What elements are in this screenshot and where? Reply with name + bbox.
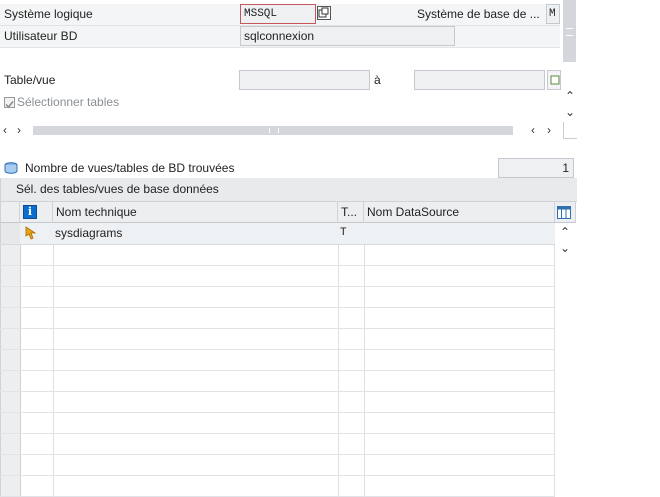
count-field: 1	[498, 158, 574, 178]
table-from-field[interactable]	[239, 70, 370, 90]
logical-system-label: Système logique	[4, 7, 93, 21]
table-row-divider	[0, 412, 555, 413]
base-system-field[interactable]: M	[546, 4, 560, 24]
user-field[interactable]: sqlconnexion	[240, 26, 455, 46]
table-scroll-up-icon[interactable]: ⌃	[560, 226, 570, 238]
horizontal-scrollbar[interactable]	[33, 126, 513, 135]
info-icon: i	[23, 205, 37, 219]
scroll-up-icon[interactable]: ⌃	[565, 90, 575, 102]
multiple-selection-icon[interactable]	[547, 70, 561, 90]
table-cell-type: T	[340, 227, 347, 239]
info-column-header[interactable]: i	[20, 202, 53, 223]
column-header-technical-name[interactable]: Nom technique	[53, 202, 338, 223]
table-row-divider	[0, 475, 555, 476]
scroll-down-icon[interactable]: ⌄	[565, 106, 575, 118]
scrollbar-grip-icon	[566, 28, 573, 36]
scroll-left-icon[interactable]: ‹	[3, 124, 7, 136]
table-row-divider	[0, 454, 555, 455]
hotspot-icon[interactable]	[24, 226, 38, 243]
user-label: Utilisateur BD	[4, 29, 78, 43]
grid-col-info	[20, 223, 54, 496]
table-title: Sél. des tables/vues de base données	[16, 182, 219, 196]
select-tables-checkbox[interactable]	[4, 97, 15, 109]
database-icon	[4, 162, 18, 177]
column-header-datasource-name[interactable]: Nom DataSource	[364, 202, 555, 223]
logical-system-field[interactable]: MSSQL	[240, 4, 316, 24]
table-row-divider	[0, 370, 555, 371]
count-label: Nombre de vues/tables de BD trouvées	[25, 161, 235, 175]
scroll-left-icon-2[interactable]: ‹	[531, 124, 535, 136]
table-row-divider	[0, 307, 555, 308]
table-row-divider	[0, 265, 555, 266]
table-view-label: Table/vue	[4, 73, 56, 87]
grid-col-selector	[1, 223, 21, 496]
table-title-bar: Sél. des tables/vues de base données	[1, 178, 577, 202]
table-row-divider	[0, 349, 555, 350]
table-row-selector[interactable]	[1, 223, 20, 245]
column-settings-button[interactable]	[555, 202, 576, 223]
table-scroll-down-icon[interactable]: ⌄	[560, 242, 570, 254]
table-row-divider	[0, 328, 555, 329]
scroll-right-icon[interactable]: ›	[17, 124, 21, 136]
row-selector-header[interactable]	[1, 202, 20, 223]
table-row-divider	[0, 286, 555, 287]
base-system-label: Système de base de ...	[417, 7, 540, 21]
grid-col-datasource	[364, 223, 555, 496]
grid-col-type	[338, 223, 365, 496]
horizontal-scroll-track-end	[563, 122, 577, 139]
table-to-field[interactable]	[414, 70, 545, 90]
copy-icon[interactable]	[317, 6, 331, 20]
scroll-right-icon-2[interactable]: ›	[547, 124, 551, 136]
grid-col-name	[53, 223, 339, 496]
table-row-divider	[0, 391, 555, 392]
vertical-scrollbar-top[interactable]	[563, 0, 576, 62]
scrollbar-grip-icon	[269, 128, 279, 133]
table-settings-icon	[557, 205, 571, 222]
range-to-label: à	[374, 73, 381, 87]
table-row-divider	[0, 433, 555, 434]
select-tables-label: Sélectionner tables	[17, 95, 120, 109]
column-header-type[interactable]: T...	[338, 202, 364, 223]
table-cell-technical-name: sysdiagrams	[55, 226, 123, 240]
